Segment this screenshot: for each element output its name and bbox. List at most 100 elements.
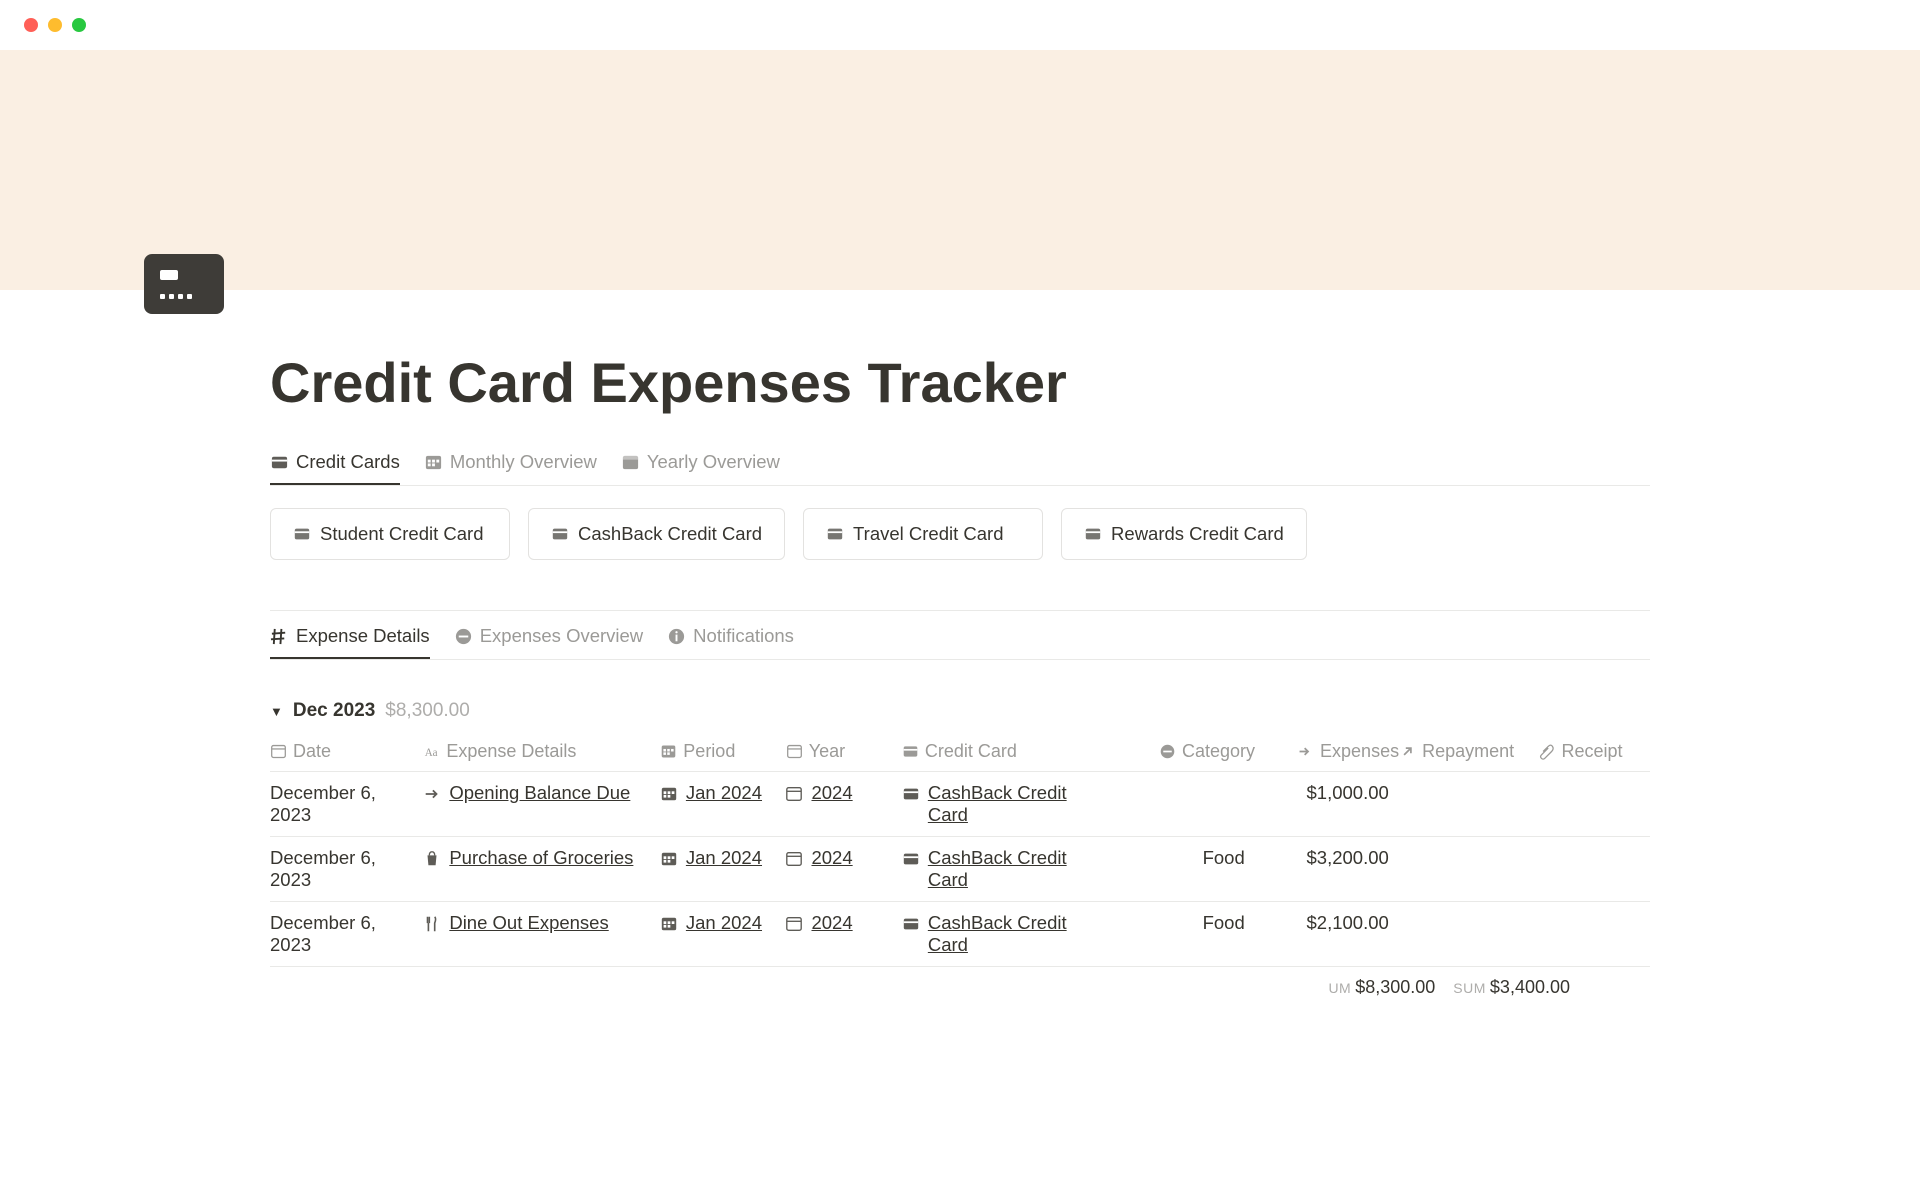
cell-expense: Dine Out Expenses [423,912,660,956]
table-row[interactable]: December 6, 2023 Dine Out Expenses Jan 2… [270,902,1650,967]
sum-2: SUM$3,400.00 [1453,977,1570,998]
col-header-receipt[interactable]: Receipt [1538,741,1650,762]
arrow-right-icon [423,785,441,803]
col-header-category[interactable]: Category [1120,741,1255,762]
page-icon[interactable] [144,254,224,314]
cell-receipt [1538,912,1650,956]
card-icon [902,850,920,868]
card-icon [902,785,920,803]
calendar-grid-icon [660,850,678,868]
card-icon [293,525,311,543]
calendar-grid-icon [660,743,677,760]
expense-table: Date Expense Details Period Year Credit … [270,732,1650,967]
calendar-icon [270,743,287,760]
card-name: Student Credit Card [320,523,484,545]
cell-expense: Purchase of Groceries [423,847,660,891]
col-header-repayment[interactable]: Repayment [1399,741,1538,762]
group-header[interactable]: ▼ Dec 2023 $8,300.00 [270,682,1650,732]
tab-expense-details[interactable]: Expense Details [270,617,430,659]
tab-monthly-overview[interactable]: Monthly Overview [424,443,597,485]
cell-repayment [1399,847,1538,891]
cell-category: Food [1120,912,1255,956]
cell-category: Food [1120,847,1255,891]
cell-repayment [1399,912,1538,956]
hero-banner [0,50,1920,290]
cell-period: Jan 2024 [660,782,786,826]
card-icon [902,743,919,760]
calendar-grid-icon [660,785,678,803]
card-travel[interactable]: Travel Credit Card [803,508,1043,560]
calendar-icon [785,850,803,868]
calendar-grid-icon [424,453,443,472]
utensils-icon [423,915,441,933]
tab-label: Credit Cards [296,451,400,473]
tab-label: Expenses Overview [480,625,643,647]
calendar-icon [785,785,803,803]
calendar-grid-icon [660,915,678,933]
tab-credit-cards[interactable]: Credit Cards [270,443,400,485]
tab-notifications[interactable]: Notifications [667,617,794,659]
group-total: $8,300.00 [385,700,470,722]
col-header-period[interactable]: Period [660,741,785,762]
cell-year: 2024 [785,782,901,826]
table-row[interactable]: December 6, 2023 Purchase of Groceries J… [270,837,1650,902]
card-name: CashBack Credit Card [578,523,762,545]
card-cashback[interactable]: CashBack Credit Card [528,508,785,560]
calendar-icon [785,915,803,933]
cell-date: December 6, 2023 [270,847,423,891]
card-icon [826,525,844,543]
tab-yearly-overview[interactable]: Yearly Overview [621,443,780,485]
cell-date: December 6, 2023 [270,912,423,956]
info-icon [667,627,686,646]
cell-receipt [1538,847,1650,891]
window-close-button[interactable] [24,18,38,32]
arrow-in-icon [1297,743,1314,760]
table-header-row: Date Expense Details Period Year Credit … [270,732,1650,772]
cell-expenses: $1,000.00 [1255,782,1399,826]
table-row[interactable]: December 6, 2023 Opening Balance Due Jan… [270,772,1650,837]
col-header-card[interactable]: Credit Card [902,741,1120,762]
card-icon [551,525,569,543]
detail-tabs: Expense Details Expenses Overview Notifi… [270,610,1650,660]
credit-card-cards: Student Credit Card CashBack Credit Card… [270,508,1650,560]
cell-card: CashBack Credit Card [902,912,1120,956]
col-header-expenses[interactable]: Expenses [1255,741,1399,762]
paperclip-icon [1538,743,1555,760]
tab-expenses-overview[interactable]: Expenses Overview [454,617,643,659]
shopping-bag-icon [423,850,441,868]
cell-period: Jan 2024 [660,912,786,956]
tab-label: Yearly Overview [647,451,780,473]
hash-icon [270,627,289,646]
calendar-icon [786,743,803,760]
page-title: Credit Card Expenses Tracker [270,350,1650,415]
cell-year: 2024 [785,912,901,956]
card-student[interactable]: Student Credit Card [270,508,510,560]
col-header-year[interactable]: Year [786,741,902,762]
footer-sums: UM$8,300.00 SUM$3,400.00 [270,967,1650,1008]
card-icon [1084,525,1102,543]
cell-expense: Opening Balance Due [423,782,660,826]
no-entry-icon [454,627,473,646]
card-name: Rewards Credit Card [1111,523,1284,545]
cell-period: Jan 2024 [660,847,786,891]
card-icon [902,915,920,933]
cell-year: 2024 [785,847,901,891]
main-tabs: Credit Cards Monthly Overview Yearly Ove… [270,443,1650,486]
cell-date: December 6, 2023 [270,782,423,826]
group-name: Dec 2023 [293,700,375,722]
window-controls [0,0,1920,50]
cell-expenses: $2,100.00 [1255,912,1399,956]
cell-repayment [1399,782,1538,826]
card-rewards[interactable]: Rewards Credit Card [1061,508,1307,560]
tab-label: Monthly Overview [450,451,597,473]
window-minimize-button[interactable] [48,18,62,32]
collapse-toggle-icon[interactable]: ▼ [270,704,283,719]
sum-1: UM$8,300.00 [1328,977,1435,998]
col-header-expense[interactable]: Expense Details [423,741,660,762]
cell-card: CashBack Credit Card [902,847,1120,891]
cell-card: CashBack Credit Card [902,782,1120,826]
card-name: Travel Credit Card [853,523,1003,545]
window-maximize-button[interactable] [72,18,86,32]
col-header-date[interactable]: Date [270,741,423,762]
cell-expenses: $3,200.00 [1255,847,1399,891]
